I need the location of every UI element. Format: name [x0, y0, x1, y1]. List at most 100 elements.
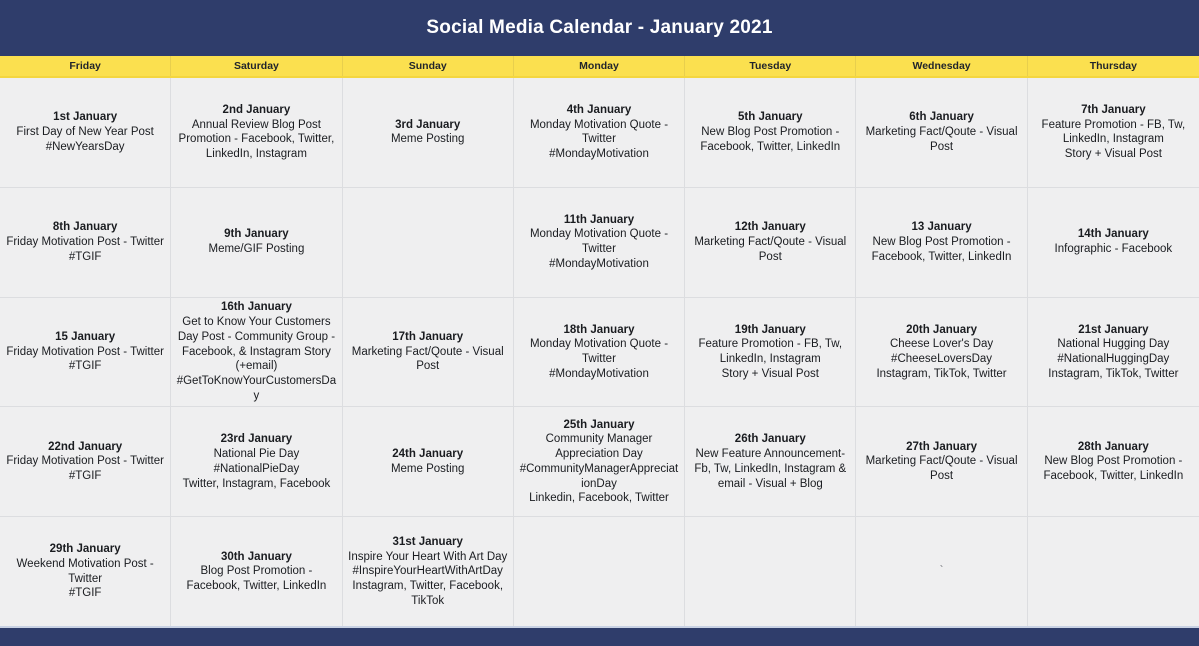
- day-cell-empty[interactable]: [1027, 517, 1199, 626]
- day-description: Monday Motivation Quote - Twitter #Monda…: [529, 338, 669, 380]
- day-cell[interactable]: 26th January New Feature Announcement- F…: [685, 407, 857, 517]
- day-cell-empty[interactable]: [342, 187, 514, 297]
- day-date: 3rd January: [395, 118, 461, 131]
- day-description: New Blog Post Promotion - Facebook, Twit…: [700, 126, 841, 153]
- day-description: Friday Motivation Post - Twitter #TGIF: [6, 455, 164, 483]
- day-cell[interactable]: 14th January Infographic - Facebook: [1027, 187, 1199, 297]
- day-cell[interactable]: 9th January Meme/GIF Posting: [171, 187, 343, 297]
- weekday-header-tuesday: Tuesday: [685, 56, 857, 76]
- weekday-header-friday: Friday: [0, 56, 172, 76]
- day-date: 2nd January: [222, 103, 291, 116]
- day-cell-empty[interactable]: [685, 517, 857, 626]
- stray-apostrophe-mark: `: [939, 564, 944, 577]
- bottom-bar: [0, 626, 1199, 646]
- day-cell[interactable]: 17th January Marketing Fact/Qoute - Visu…: [342, 297, 514, 407]
- day-cell[interactable]: 2nd January Annual Review Blog Post Prom…: [171, 78, 343, 187]
- day-cell-empty[interactable]: `: [856, 517, 1028, 626]
- day-cell[interactable]: 27th January Marketing Fact/Qoute - Visu…: [856, 407, 1028, 517]
- day-cell[interactable]: 23rd January National Pie Day #NationalP…: [171, 407, 343, 517]
- day-description: Community Manager Appreciation Day #Comm…: [519, 433, 679, 505]
- day-description: Feature Promotion - FB, Tw, LinkedIn, In…: [1041, 118, 1186, 161]
- week-row: 1st January First Day of New Year Post #…: [0, 78, 1199, 188]
- day-description: Friday Motivation Post - Twitter #TGIF: [6, 235, 164, 263]
- weekday-header-wednesday: Wednesday: [856, 56, 1028, 76]
- week-row: 8th January Friday Motivation Post - Twi…: [0, 187, 1199, 298]
- weekday-header-row: Friday Saturday Sunday Monday Tuesday We…: [0, 56, 1199, 78]
- day-cell[interactable]: 19th January Feature Promotion - FB, Tw,…: [685, 297, 857, 407]
- day-cell[interactable]: 22nd January Friday Motivation Post - Tw…: [0, 407, 172, 517]
- day-description: New Blog Post Promotion - Facebook, Twit…: [871, 235, 1012, 263]
- day-date: 25th January: [563, 418, 635, 431]
- day-cell[interactable]: 16th January Get to Know Your Customers …: [171, 297, 343, 407]
- day-description: Meme/GIF Posting: [208, 243, 305, 256]
- day-description: Monday Motivation Quote - Twitter #Monda…: [529, 118, 669, 161]
- day-description: National Hugging Day #NationalHuggingDay…: [1048, 338, 1179, 380]
- week-row: 22nd January Friday Motivation Post - Tw…: [0, 407, 1199, 518]
- day-description: National Pie Day #NationalPieDay Twitter…: [182, 448, 331, 490]
- day-cell[interactable]: 18th January Monday Motivation Quote - T…: [513, 297, 686, 407]
- day-description: Cheese Lover's Day #CheeseLoversDay Inst…: [876, 338, 1007, 380]
- day-cell[interactable]: 24th January Meme Posting: [342, 407, 514, 517]
- week-row: 15 January Friday Motivation Post - Twit…: [0, 297, 1199, 408]
- day-date: 9th January: [224, 228, 289, 241]
- day-description: First Day of New Year Post #NewYearsDay: [16, 126, 154, 153]
- calendar-weeks: 1st January First Day of New Year Post #…: [0, 78, 1199, 626]
- day-cell[interactable]: 31st January Inspire Your Heart With Art…: [342, 517, 514, 626]
- day-cell[interactable]: 1st January First Day of New Year Post #…: [0, 78, 172, 187]
- day-cell[interactable]: 30th January Blog Post Promotion - Faceb…: [171, 517, 343, 626]
- day-description: Marketing Fact/Qoute - Visual Post: [694, 235, 847, 263]
- day-date: 11th January: [563, 213, 635, 226]
- day-description: Marketing Fact/Qoute - Visual Post: [865, 455, 1018, 483]
- day-cell[interactable]: 11th January Monday Motivation Quote - T…: [513, 187, 686, 297]
- day-cell[interactable]: 20th January Cheese Lover's Day #CheeseL…: [856, 297, 1028, 407]
- day-date: 17th January: [392, 330, 464, 343]
- day-date: 26th January: [734, 433, 806, 446]
- day-cell[interactable]: 13 January New Blog Post Promotion - Fac…: [856, 187, 1028, 297]
- day-date: 29th January: [49, 543, 121, 556]
- day-description: Marketing Fact/Qoute - Visual Post: [351, 345, 504, 373]
- day-date: 20th January: [906, 323, 978, 336]
- day-description: Meme Posting: [390, 133, 465, 146]
- day-cell[interactable]: 8th January Friday Motivation Post - Twi…: [0, 187, 172, 297]
- day-cell[interactable]: 4th January Monday Motivation Quote - Tw…: [513, 78, 686, 187]
- weekday-header-sunday: Sunday: [343, 56, 514, 76]
- day-cell[interactable]: 25th January Community Manager Appreciat…: [513, 407, 686, 517]
- day-cell[interactable]: 29th January Weekend Motivation Post - T…: [0, 517, 172, 626]
- day-date: 12th January: [734, 221, 806, 234]
- week-row: 29th January Weekend Motivation Post - T…: [0, 517, 1199, 626]
- day-date: 7th January: [1081, 103, 1146, 116]
- day-cell[interactable]: 12th January Marketing Fact/Qoute - Visu…: [685, 187, 857, 297]
- calendar-grid: Friday Saturday Sunday Monday Tuesday We…: [0, 56, 1199, 626]
- day-date: 31st January: [392, 535, 463, 548]
- day-date: 14th January: [1077, 228, 1149, 241]
- day-date: 6th January: [909, 111, 974, 124]
- day-date: 1st January: [53, 111, 118, 124]
- day-cell[interactable]: 15 January Friday Motivation Post - Twit…: [0, 297, 172, 407]
- day-description: Get to Know Your Customers Day Post - Co…: [176, 316, 337, 402]
- day-date: 16th January: [220, 301, 292, 314]
- day-cell[interactable]: 7th January Feature Promotion - FB, Tw, …: [1027, 78, 1199, 187]
- day-description: Monday Motivation Quote - Twitter #Monda…: [529, 228, 669, 270]
- day-description: Infographic - Facebook: [1054, 243, 1173, 256]
- day-date: 21st January: [1078, 323, 1149, 336]
- day-description: Feature Promotion - FB, Tw, LinkedIn, In…: [698, 338, 843, 380]
- day-description: New Feature Announcement- Fb, Tw, Linked…: [694, 448, 847, 490]
- day-description: Meme Posting: [390, 462, 465, 475]
- day-date: 24th January: [392, 448, 464, 461]
- day-date: 13 January: [911, 221, 972, 234]
- day-description: New Blog Post Promotion - Facebook, Twit…: [1043, 455, 1184, 483]
- day-date: 5th January: [738, 111, 803, 124]
- day-cell[interactable]: 5th January New Blog Post Promotion - Fa…: [685, 78, 857, 187]
- page-title: Social Media Calendar - January 2021: [426, 17, 773, 38]
- day-cell[interactable]: 28th January New Blog Post Promotion - F…: [1027, 407, 1199, 517]
- weekday-header-saturday: Saturday: [171, 56, 343, 76]
- day-cell[interactable]: 3rd January Meme Posting: [342, 78, 514, 187]
- day-cell[interactable]: 21st January National Hugging Day #Natio…: [1027, 297, 1199, 407]
- day-date: 28th January: [1077, 440, 1149, 453]
- day-description: Friday Motivation Post - Twitter #TGIF: [6, 345, 164, 373]
- social-media-calendar: Social Media Calendar - January 2021 Fri…: [0, 0, 1199, 646]
- day-cell-empty[interactable]: [513, 517, 686, 626]
- weekday-header-monday: Monday: [514, 56, 686, 76]
- day-cell[interactable]: 6th January Marketing Fact/Qoute - Visua…: [856, 78, 1028, 187]
- day-date: 15 January: [55, 330, 116, 343]
